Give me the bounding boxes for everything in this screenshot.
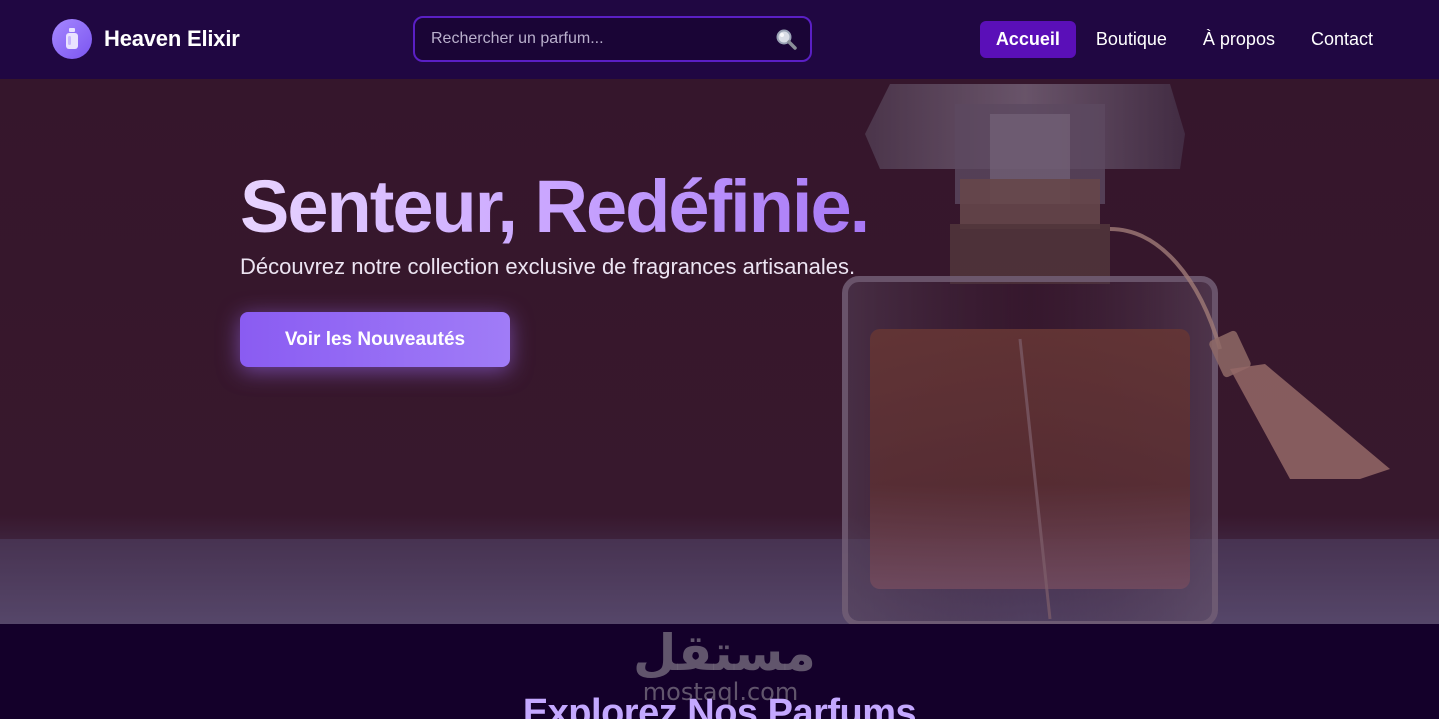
perfume-bottle-icon [52, 19, 92, 59]
nav-link-accueil[interactable]: Accueil [979, 21, 1076, 58]
hero-content: Senteur, Redéfinie. Découvrez notre coll… [240, 164, 870, 367]
watermark-arabic: مستقل [633, 624, 816, 682]
new-arrivals-button[interactable]: Voir les Nouveautés [240, 312, 510, 367]
brand-name: Heaven Elixir [104, 26, 240, 51]
section-title: Explorez Nos Parfums [522, 692, 917, 719]
brand-logo-link[interactable]: Heaven Elixir [52, 19, 240, 59]
nav-link-a-propos[interactable]: À propos [1187, 21, 1291, 58]
search-icon[interactable] [774, 27, 798, 56]
products-section: مستقل mostaql.com Explorez Nos Parfums [0, 624, 1439, 719]
nav-link-boutique[interactable]: Boutique [1080, 21, 1183, 58]
hero-subtitle: Découvrez notre collection exclusive de … [240, 254, 856, 279]
search-bar [413, 16, 812, 62]
hero-banner: Senteur, Redéfinie. Découvrez notre coll… [0, 79, 1439, 624]
main-nav: Accueil Boutique À propos Contact [976, 21, 1389, 58]
mostaql-watermark: مستقل mostaql.com [633, 624, 816, 704]
site-header: Heaven Elixir Accueil Boutique À propos … [0, 0, 1439, 79]
nav-link-contact[interactable]: Contact [1295, 21, 1389, 58]
search-input[interactable] [415, 30, 755, 48]
hero-title: Senteur, Redéfinie. [240, 165, 870, 248]
